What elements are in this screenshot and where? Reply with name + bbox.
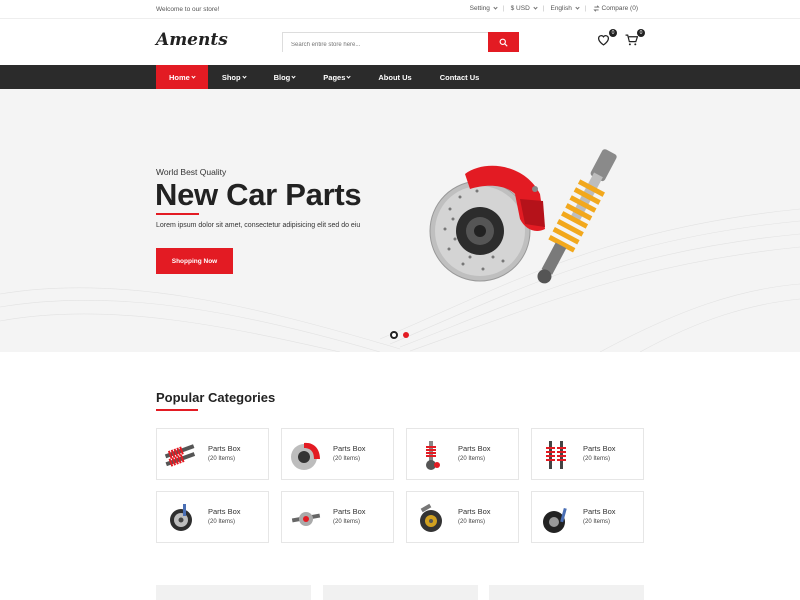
category-card[interactable]: Parts Box (20 Items): [406, 428, 519, 480]
wheel-assembly-icon: [420, 503, 442, 532]
wishlist-button[interactable]: 0: [597, 29, 617, 49]
category-count: (20 Items): [333, 456, 361, 462]
slide-dot-2[interactable]: [403, 332, 409, 338]
cart-icon: [625, 34, 639, 46]
category-name: Parts Box: [333, 507, 366, 516]
category-name: Parts Box: [458, 507, 491, 516]
chevron-down-icon: [533, 5, 538, 10]
category-card[interactable]: Parts Box (20 Items): [406, 491, 519, 543]
section-title-underline: [156, 409, 198, 411]
axle-icon: [291, 512, 321, 526]
logo[interactable]: Aments: [156, 30, 228, 50]
category-count: (20 Items): [583, 519, 611, 525]
hero-title: New Car Parts: [155, 177, 362, 212]
main-nav: Home Shop Blog Pages About Us Contact Us: [0, 65, 800, 89]
heart-icon: [597, 35, 610, 46]
category-count: (20 Items): [208, 456, 236, 462]
compare-link[interactable]: Compare (0): [587, 5, 644, 12]
wheel-hub-icon: [170, 504, 192, 531]
slider-pagination: [390, 331, 409, 339]
shock-absorbers-icon: [164, 444, 196, 467]
category-card[interactable]: Parts Box (20 Items): [531, 491, 644, 543]
search-input[interactable]: [283, 36, 488, 54]
top-bar: Welcome to our store! Setting | $ USD | …: [0, 0, 800, 19]
shopping-now-button[interactable]: Shopping Now: [156, 248, 233, 274]
banner-box[interactable]: [156, 585, 311, 600]
top-bar-right: Setting | $ USD | English | Compare (0): [464, 5, 644, 12]
nav-item-pages[interactable]: Pages: [309, 65, 364, 89]
nav-item-blog[interactable]: Blog: [260, 65, 310, 89]
category-name: Parts Box: [583, 507, 616, 516]
chevron-down-icon: [191, 73, 196, 79]
cart-button[interactable]: 0: [625, 29, 645, 49]
cart-count-badge: 0: [637, 29, 645, 37]
category-card[interactable]: Parts Box (20 Items): [156, 491, 269, 543]
category-card[interactable]: Parts Box (20 Items): [531, 428, 644, 480]
category-count: (20 Items): [458, 519, 486, 525]
compare-icon: [592, 5, 600, 12]
hero-underline: [156, 213, 199, 215]
category-name: Parts Box: [208, 444, 241, 453]
setting-dropdown[interactable]: Setting: [464, 5, 503, 12]
category-card[interactable]: Parts Box (20 Items): [281, 428, 394, 480]
header: Aments 0 0: [0, 19, 800, 65]
hero-tagline: World Best Quality: [156, 167, 227, 177]
hero-description: Lorem ipsum dolor sit amet, consectetur …: [156, 222, 361, 229]
category-name: Parts Box: [208, 507, 241, 516]
category-card[interactable]: Parts Box (20 Items): [156, 428, 269, 480]
suspension-icon: [426, 441, 440, 470]
category-name: Parts Box: [458, 444, 491, 453]
category-name: Parts Box: [333, 444, 366, 453]
category-count: (20 Items): [583, 456, 611, 462]
category-name: Parts Box: [583, 444, 616, 453]
chevron-down-icon: [575, 5, 580, 10]
chevron-down-icon: [291, 73, 296, 79]
category-count: (20 Items): [208, 519, 236, 525]
nav-item-home[interactable]: Home: [156, 65, 208, 89]
brake-and-shock-image: [429, 149, 617, 284]
welcome-text: Welcome to our store!: [156, 6, 220, 13]
hero-slider: World Best Quality New Car Parts Lorem i…: [0, 89, 800, 352]
search-button[interactable]: [488, 32, 519, 52]
chevron-down-icon: [241, 73, 247, 79]
search-box: [282, 32, 519, 54]
language-dropdown[interactable]: English: [544, 5, 584, 12]
tire-icon: [543, 507, 567, 533]
search-icon: [499, 38, 508, 47]
currency-dropdown[interactable]: $ USD: [505, 5, 543, 12]
category-count: (20 Items): [458, 456, 486, 462]
slide-dot-1[interactable]: [390, 331, 398, 339]
coilover-icon: [546, 441, 566, 469]
section-title: Popular Categories: [156, 390, 276, 405]
chevron-down-icon: [346, 73, 351, 79]
chevron-down-icon: [493, 5, 498, 10]
nav-item-shop[interactable]: Shop: [208, 65, 260, 89]
nav-item-about-us[interactable]: About Us: [364, 65, 425, 89]
category-count: (20 Items): [333, 519, 361, 525]
nav-item-contact-us[interactable]: Contact Us: [426, 65, 494, 89]
banner-box[interactable]: [489, 585, 644, 600]
banner-box[interactable]: [323, 585, 478, 600]
category-card[interactable]: Parts Box (20 Items): [281, 491, 394, 543]
wishlist-count-badge: 0: [609, 29, 617, 37]
wave-background: [0, 208, 800, 352]
brake-disc-icon: [291, 442, 320, 470]
